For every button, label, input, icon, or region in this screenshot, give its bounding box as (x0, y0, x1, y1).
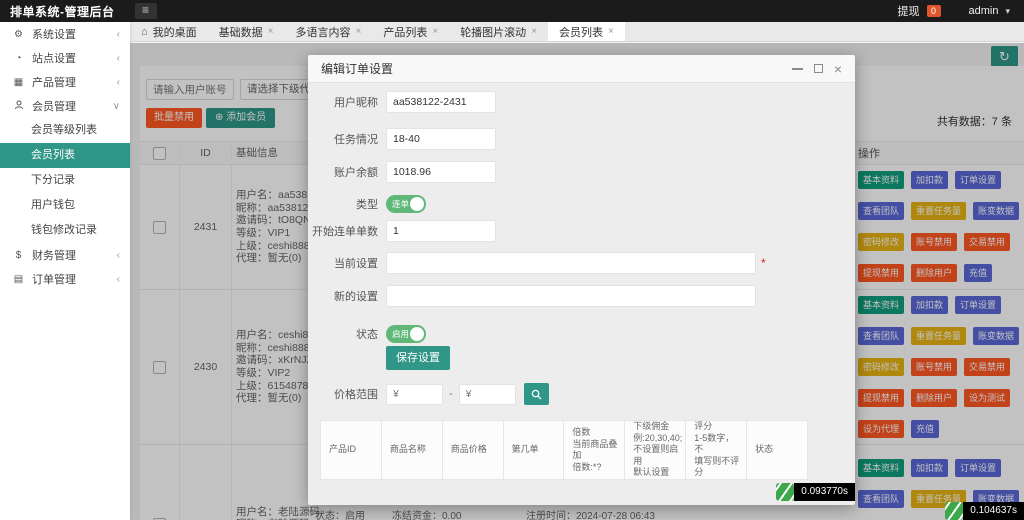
col-rating: 评分 1-5数字，不 填写则不评分 (686, 421, 748, 479)
task-input[interactable] (386, 128, 496, 150)
field-new-setting: 新的设置 (308, 285, 756, 307)
site-icon: ◔ (15, 52, 22, 64)
col-product-price: 商品价格 (443, 421, 504, 479)
product-icon: ▦ (13, 76, 24, 88)
field-balance: 账户余额 (308, 161, 496, 183)
field-status: 状态 启用 (308, 323, 426, 345)
start-count-input[interactable] (386, 220, 496, 242)
toggle-knob (410, 327, 424, 341)
tab-multilanguage[interactable]: 多语言内容 × (285, 22, 373, 41)
field-type: 类型 连单 (308, 193, 426, 215)
current-setting-label: 当前设置 (334, 258, 378, 270)
current-setting-input[interactable] (386, 252, 756, 274)
status-toggle[interactable]: 启用 (386, 325, 426, 343)
chevron-down-icon: ∨ (112, 100, 120, 112)
user-menu[interactable]: admin (969, 5, 999, 17)
tab-desktop[interactable]: ⌂ 我的桌面 (130, 22, 208, 41)
col-product-name: 商品名称 (382, 421, 443, 479)
chevron-left-icon: ‹ (116, 249, 120, 261)
close-icon[interactable]: × (432, 26, 438, 37)
member-icon (12, 100, 25, 113)
price-max-input[interactable] (458, 383, 516, 405)
type-label: 类型 (356, 199, 378, 211)
chevron-left-icon: ‹ (116, 52, 120, 64)
nickname-label: 用户昵称 (334, 97, 378, 109)
chevron-left-icon: ‹ (116, 76, 120, 88)
edit-order-settings-modal: 编辑订单设置 × 用户昵称 任务情况 账户余额 类型 连单 开始 (308, 55, 855, 505)
chevron-left-icon: ‹ (116, 28, 120, 40)
withdraw-count-badge[interactable]: 0 (926, 5, 941, 17)
new-setting-input[interactable] (386, 285, 756, 307)
col-order-number: 第几单 (504, 421, 565, 479)
close-icon[interactable]: × (531, 26, 537, 37)
withdraw-link[interactable]: 提现 (898, 3, 920, 19)
sidebar-item-system-settings[interactable]: ⚙ 系统设置 ‹ (0, 22, 130, 46)
balance-label: 账户余额 (334, 167, 378, 179)
sidebar-item-member-level-list[interactable]: 会员等级列表 (0, 118, 130, 143)
price-search-button[interactable] (523, 383, 549, 405)
tab-basic-data[interactable]: 基础数据 × (208, 22, 285, 41)
sidebar-item-downscore-records[interactable]: 下分记录 (0, 168, 130, 193)
col-multiplier: 倍数 当前商品叠加 倍数:*? (564, 421, 626, 479)
home-icon: ⌂ (141, 25, 148, 38)
gear-icon: ⚙ (14, 28, 23, 40)
col-sub-commission: 下级佣金 例:20,30,40; 不设置则启用 默认设置 (625, 421, 687, 479)
close-icon[interactable]: × (834, 62, 842, 76)
type-toggle[interactable]: 连单 (386, 195, 426, 213)
col-status: 状态 (755, 444, 774, 455)
tab-member-list[interactable]: 会员列表 × (548, 22, 625, 41)
modal-body: 用户昵称 任务情况 账户余额 类型 连单 开始连单单数 当前设置 * (308, 83, 855, 504)
topbar: 排单系统-管理后台 ≡ 提现 0 admin ▾ (0, 0, 1024, 22)
save-settings-button[interactable]: 保存设置 (386, 346, 450, 370)
balance-input[interactable] (386, 161, 496, 183)
sidebar-item-finance-management[interactable]: $ 财务管理 ‹ (0, 243, 130, 267)
status-label: 状态 (356, 329, 378, 341)
close-icon[interactable]: × (356, 26, 362, 37)
price-range-label: 价格范围 (334, 389, 378, 401)
app-title: 排单系统-管理后台 (10, 4, 115, 19)
maximize-icon[interactable] (813, 64, 823, 73)
minimize-icon[interactable] (791, 67, 803, 70)
sidebar-item-member-list[interactable]: 会员列表 (0, 143, 130, 168)
sidebar-item-order-management[interactable]: ▤ 订单管理 ‹ (0, 267, 130, 291)
order-icon: ▤ (13, 273, 24, 285)
task-label: 任务情况 (334, 134, 378, 146)
price-range-separator: - (449, 388, 453, 400)
page-load-time-badge: 0.104637s (945, 502, 1024, 520)
sidebar-item-site-settings[interactable]: ◔ 站点设置 ‹ (0, 46, 130, 70)
close-icon[interactable]: × (608, 26, 614, 37)
hamburger-menu-icon[interactable]: ≡ (134, 3, 157, 19)
close-icon[interactable]: × (268, 26, 274, 37)
field-current-setting: 当前设置 * (308, 252, 766, 274)
new-setting-label: 新的设置 (334, 291, 378, 303)
modal-header: 编辑订单设置 × (308, 55, 855, 83)
modal-title: 编辑订单设置 (321, 62, 394, 76)
nickname-input[interactable] (386, 91, 496, 113)
sidebar-item-user-wallet[interactable]: 用户钱包 (0, 193, 130, 218)
field-price-range: 价格范围 - (308, 383, 549, 405)
field-task: 任务情况 (308, 128, 496, 150)
dollar-icon: $ (15, 249, 22, 261)
field-nickname: 用户昵称 (308, 91, 496, 113)
sidebar: ⚙ 系统设置 ‹ ◔ 站点设置 ‹ ▦ 产品管理 ‹ 会员管理 ∨ 会员等级列表… (0, 22, 130, 520)
sidebar-item-product-management[interactable]: ▦ 产品管理 ‹ (0, 70, 130, 94)
toggle-knob (410, 197, 424, 211)
framework-logo-icon (945, 502, 964, 520)
tab-bar: ⌂ 我的桌面 基础数据 × 多语言内容 × 产品列表 × 轮播图片滚动 × 会员… (130, 22, 1024, 42)
tab-carousel[interactable]: 轮播图片滚动 × (449, 22, 548, 41)
price-min-input[interactable] (386, 383, 443, 405)
start-count-label: 开始连单单数 (312, 226, 378, 238)
modal-load-time-badge: 0.093770s (776, 483, 855, 501)
search-icon (531, 389, 542, 400)
chevron-down-icon: ▾ (1005, 5, 1010, 16)
tab-product-list[interactable]: 产品列表 × (372, 22, 449, 41)
framework-logo-icon (776, 483, 795, 501)
col-product-id: 产品ID (321, 421, 382, 479)
chevron-left-icon: ‹ (116, 273, 120, 285)
field-start-count: 开始连单单数 (308, 220, 496, 242)
sidebar-item-member-management[interactable]: 会员管理 ∨ (0, 94, 130, 118)
required-asterisk: * (761, 256, 766, 270)
product-settings-table: 产品ID 商品名称 商品价格 第几单 倍数 当前商品叠加 倍数:*? 下级佣金 … (320, 420, 808, 480)
sidebar-item-wallet-change-records[interactable]: 钱包修改记录 (0, 218, 130, 243)
